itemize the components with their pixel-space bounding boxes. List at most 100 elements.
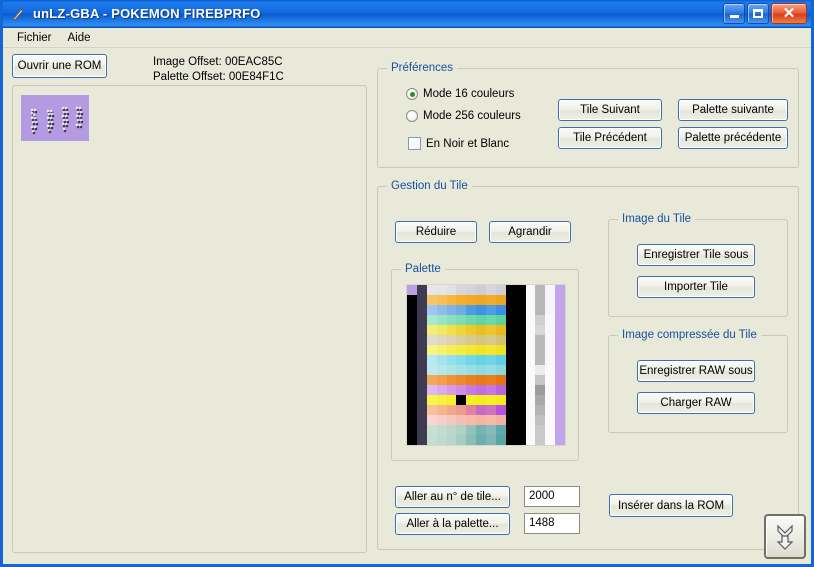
palette-swatch[interactable] <box>436 415 447 425</box>
palette-swatch[interactable] <box>505 435 516 445</box>
palette-swatch[interactable] <box>416 345 427 355</box>
palette-swatch[interactable] <box>407 355 417 365</box>
palette-swatch[interactable] <box>446 305 457 315</box>
checkbox-noir-et-blanc[interactable]: En Noir et Blanc <box>408 137 509 150</box>
palette-swatch[interactable] <box>407 375 417 385</box>
palette-swatch[interactable] <box>466 365 477 375</box>
palette-swatch[interactable] <box>505 335 516 345</box>
maximize-button[interactable] <box>747 3 769 24</box>
palette-swatch[interactable] <box>407 305 417 315</box>
palette-swatch[interactable] <box>486 325 496 335</box>
palette-swatch[interactable] <box>436 315 447 325</box>
radio-mode-256-couleurs[interactable]: Mode 256 couleurs <box>406 110 521 122</box>
tile-suivant-button[interactable]: Tile Suivant <box>558 99 662 121</box>
palette-swatch[interactable] <box>505 405 516 415</box>
palette-swatch[interactable] <box>545 425 556 435</box>
palette-swatch[interactable] <box>545 285 556 295</box>
palette-swatch[interactable] <box>426 365 437 375</box>
palette-swatch[interactable] <box>446 365 457 375</box>
palette-swatch[interactable] <box>486 335 496 345</box>
palette-swatch[interactable] <box>436 345 447 355</box>
palette-swatch[interactable] <box>426 425 437 435</box>
palette-swatch[interactable] <box>426 375 437 385</box>
palette-swatch[interactable] <box>525 395 536 405</box>
palette-swatch[interactable] <box>436 405 447 415</box>
palette-swatch[interactable] <box>515 395 526 405</box>
palette-swatch[interactable] <box>456 415 467 425</box>
palette-swatch[interactable] <box>555 335 565 345</box>
palette-swatch[interactable] <box>416 395 427 405</box>
minimize-button[interactable] <box>723 3 745 24</box>
palette-swatch[interactable] <box>495 435 506 445</box>
palette-swatch[interactable] <box>505 315 516 325</box>
palette-swatch[interactable] <box>505 365 516 375</box>
palette-swatch[interactable] <box>456 405 467 415</box>
palette-swatch[interactable] <box>535 315 546 325</box>
palette-swatch[interactable] <box>466 385 477 395</box>
palette-swatch[interactable] <box>555 325 565 335</box>
palette-swatch[interactable] <box>535 385 546 395</box>
palette-swatch[interactable] <box>555 295 565 305</box>
palette-swatch[interactable] <box>486 405 496 415</box>
palette-swatch[interactable] <box>486 415 496 425</box>
palette-swatch[interactable] <box>436 365 447 375</box>
palette-swatch[interactable] <box>407 345 417 355</box>
palette-swatch[interactable] <box>486 435 496 445</box>
palette-swatch[interactable] <box>456 355 467 365</box>
palette-swatch[interactable] <box>495 295 506 305</box>
palette-swatch[interactable] <box>515 295 526 305</box>
menu-item-aide[interactable]: Aide <box>60 30 99 46</box>
palette-swatch[interactable] <box>466 415 477 425</box>
palette-swatch[interactable] <box>416 305 427 315</box>
palette-swatch[interactable] <box>476 315 486 325</box>
palette-swatch[interactable] <box>456 315 467 325</box>
palette-swatch[interactable] <box>486 395 496 405</box>
palette-swatch[interactable] <box>495 315 506 325</box>
palette-swatch[interactable] <box>476 425 486 435</box>
palette-swatch[interactable] <box>525 345 536 355</box>
palette-swatch[interactable] <box>555 285 565 295</box>
palette-swatch[interactable] <box>545 405 556 415</box>
palette-swatch[interactable] <box>505 285 516 295</box>
palette-swatch[interactable] <box>416 375 427 385</box>
tile-precedent-button[interactable]: Tile Précédent <box>558 127 662 149</box>
palette-swatch[interactable] <box>525 415 536 425</box>
palette-swatch[interactable] <box>505 355 516 365</box>
palette-swatch[interactable] <box>525 405 536 415</box>
palette-swatch[interactable] <box>535 375 546 385</box>
palette-swatch[interactable] <box>515 425 526 435</box>
inserer-dans-la-rom-button[interactable]: Insérer dans la ROM <box>609 494 733 517</box>
palette-swatch[interactable] <box>456 395 467 405</box>
palette-swatch[interactable] <box>545 335 556 345</box>
palette-swatch[interactable] <box>555 345 565 355</box>
palette-swatch[interactable] <box>456 435 467 445</box>
palette-swatch[interactable] <box>535 355 546 365</box>
palette-swatch[interactable] <box>535 435 546 445</box>
palette-swatch[interactable] <box>486 375 496 385</box>
aller-a-la-palette-button[interactable]: Aller à la palette... <box>395 513 510 535</box>
palette-swatch[interactable] <box>545 415 556 425</box>
palette-swatch[interactable] <box>495 355 506 365</box>
palette-swatch[interactable] <box>545 345 556 355</box>
palette-swatch[interactable] <box>515 415 526 425</box>
palette-swatch[interactable] <box>426 355 437 365</box>
palette-swatch[interactable] <box>525 325 536 335</box>
palette-swatch[interactable] <box>495 415 506 425</box>
palette-swatch[interactable] <box>436 295 447 305</box>
palette-swatch[interactable] <box>436 375 447 385</box>
palette-swatch[interactable] <box>426 435 437 445</box>
palette-swatch[interactable] <box>446 435 457 445</box>
palette-swatch[interactable] <box>495 285 506 295</box>
palette-swatch[interactable] <box>456 285 467 295</box>
palette-swatch[interactable] <box>545 295 556 305</box>
palette-swatch[interactable] <box>416 295 427 305</box>
palette-swatch[interactable] <box>515 285 526 295</box>
palette-swatch[interactable] <box>466 435 477 445</box>
palette-swatch[interactable] <box>495 365 506 375</box>
scroll-down-button[interactable] <box>764 514 806 559</box>
palette-swatch[interactable] <box>555 395 565 405</box>
palette-swatch[interactable] <box>466 405 477 415</box>
palette-swatch[interactable] <box>535 305 546 315</box>
palette-swatch[interactable] <box>495 395 506 405</box>
palette-swatch[interactable] <box>555 365 565 375</box>
